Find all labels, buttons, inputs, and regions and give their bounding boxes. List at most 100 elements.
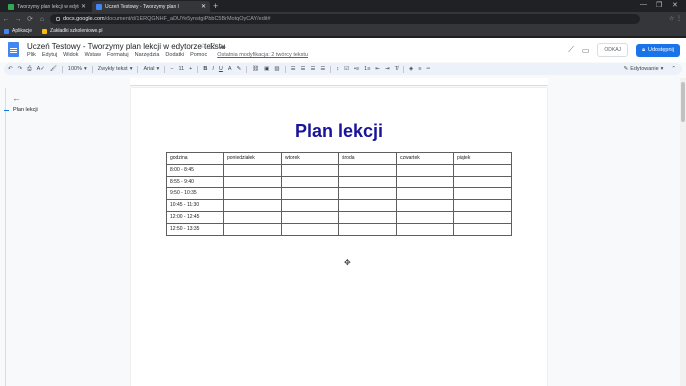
table-header-cell[interactable]: poniedziałek — [223, 152, 282, 165]
numbered-list-icon[interactable]: 1≡ — [364, 66, 370, 72]
comment-icon[interactable]: ▣ — [264, 66, 269, 72]
menu-tools[interactable]: Narzędzia — [135, 52, 160, 58]
close-window-icon[interactable]: ✕ — [672, 1, 678, 9]
menu-insert[interactable]: Wstaw — [84, 52, 101, 58]
table-cell[interactable] — [223, 210, 282, 224]
zoom-dropdown[interactable]: 100% ▾ — [68, 66, 87, 72]
close-tab-icon[interactable]: ✕ — [81, 3, 86, 10]
table-cell[interactable] — [453, 163, 512, 177]
table-cell[interactable] — [223, 175, 282, 189]
text-color-icon[interactable]: A — [228, 66, 232, 72]
table-cell[interactable]: 8:55 - 9:40 — [166, 175, 224, 189]
chevron-up-icon[interactable]: ⌃ — [671, 66, 676, 72]
table-cell[interactable]: 12:00 - 12:45 — [166, 210, 224, 224]
redo-icon[interactable]: ↷ — [18, 66, 23, 72]
browser-tab-1[interactable]: Tworzymy plan lekcji w edytorze ✕ — [4, 1, 90, 12]
increase-indent-icon[interactable]: ⇥ — [385, 66, 390, 72]
horizontal-ruler[interactable] — [130, 78, 548, 86]
style-dropdown[interactable]: Zwykły tekst ▾ — [98, 66, 133, 72]
bold-icon[interactable]: B — [203, 66, 207, 72]
share-button[interactable]: 🔒︎ Udostępnij — [636, 43, 680, 57]
bookmark-apps[interactable]: Aplikacje — [4, 28, 32, 34]
outline-back-arrow-icon[interactable]: ← — [12, 93, 21, 103]
scrollbar[interactable] — [680, 78, 686, 386]
highlight-icon[interactable]: ✎ — [237, 66, 242, 72]
table-header-cell[interactable]: środa — [338, 152, 397, 165]
scrollbar-thumb[interactable] — [681, 82, 685, 122]
maximize-icon[interactable]: ❐ — [656, 1, 662, 9]
table-cell[interactable] — [281, 187, 339, 201]
checklist-icon[interactable]: ☑ — [344, 66, 349, 72]
table-cell[interactable] — [396, 187, 454, 201]
close-tab-icon[interactable]: ✕ — [201, 3, 206, 10]
table-cell[interactable] — [396, 210, 454, 224]
document-page[interactable]: Plan lekcji godzina poniedziałek wtorek śro… — [131, 88, 547, 386]
table-cell[interactable] — [453, 210, 512, 224]
activity-trend-icon[interactable]: ⟋ — [568, 45, 574, 55]
table-header-cell[interactable]: godzina — [166, 152, 224, 165]
table-cell[interactable] — [396, 222, 454, 236]
table-cell[interactable] — [453, 199, 512, 212]
align-right-icon[interactable]: ☰ — [310, 66, 315, 72]
paint-format-icon[interactable]: 🖌︎ — [50, 66, 57, 72]
table-header-cell[interactable]: czwartek — [396, 152, 454, 165]
table-cell[interactable] — [281, 222, 339, 236]
table-cell[interactable] — [396, 163, 454, 177]
table-cell[interactable] — [223, 187, 282, 201]
browser-menu-icon[interactable]: ☆ ⋮ — [669, 15, 682, 22]
menu-edit[interactable]: Edytuj — [42, 52, 57, 58]
comment-button[interactable]: ODKAJ — [597, 43, 629, 57]
menu-view[interactable]: Widok — [63, 52, 78, 58]
clear-format-icon[interactable]: T̸ — [395, 66, 398, 72]
font-size-increase-icon[interactable]: + — [189, 66, 192, 72]
table-cell[interactable] — [396, 199, 454, 212]
table-cell[interactable] — [453, 222, 512, 236]
editing-mode-dropdown[interactable]: ✎ Edytowanie ▾ ⌃ — [624, 66, 676, 72]
comment-history-icon[interactable]: ▭ — [582, 46, 590, 55]
border-color-icon[interactable]: ◈ — [409, 66, 413, 72]
bookmark-folder[interactable]: Zakładki szkoleniowe.pl — [42, 28, 103, 34]
table-cell[interactable] — [338, 187, 397, 201]
align-center-icon[interactable]: ☰ — [301, 66, 306, 72]
table-cell[interactable] — [453, 187, 512, 201]
table-cell[interactable] — [453, 175, 512, 189]
table-cell[interactable] — [338, 199, 397, 212]
browser-tab-2[interactable]: Uczeń Testowy - Tworzymy plan l ✕ — [92, 1, 210, 12]
font-size-value[interactable]: 11 — [178, 66, 184, 72]
table-cell[interactable] — [338, 175, 397, 189]
menu-file[interactable]: Plik — [27, 52, 36, 58]
link-icon[interactable]: ⛓ — [252, 66, 259, 72]
undo-icon[interactable]: ↶ — [8, 66, 13, 72]
table-cell[interactable] — [338, 163, 397, 177]
menu-help[interactable]: Pomoc — [190, 52, 207, 58]
reload-icon[interactable]: ⟳ — [24, 15, 36, 23]
table-cell[interactable] — [223, 199, 282, 212]
docs-logo-icon[interactable] — [8, 42, 19, 57]
table-cell[interactable]: 10:45 - 11:30 — [166, 199, 224, 212]
spellcheck-icon[interactable]: A✓ — [37, 66, 45, 72]
menu-format[interactable]: Formatuj — [107, 52, 129, 58]
align-left-icon[interactable]: ☰ — [291, 66, 296, 72]
font-size-decrease-icon[interactable]: − — [170, 66, 173, 72]
underline-icon[interactable]: U — [219, 66, 223, 72]
line-spacing-icon[interactable]: ↕ — [336, 66, 339, 72]
border-dash-icon[interactable]: ┅ — [426, 66, 429, 72]
forward-arrow-icon[interactable]: → — [12, 16, 24, 23]
table-cell[interactable] — [223, 222, 282, 236]
table-header-cell[interactable]: piątek — [453, 152, 512, 165]
image-icon[interactable]: ▨ — [274, 66, 279, 72]
new-tab-button[interactable]: + — [213, 1, 218, 11]
menu-addons[interactable]: Dodatki — [165, 52, 184, 58]
minimize-icon[interactable]: — — [640, 1, 647, 8]
bulleted-list-icon[interactable]: •≡ — [354, 66, 359, 72]
back-arrow-icon[interactable]: ← — [0, 16, 12, 23]
table-cell[interactable] — [281, 199, 339, 212]
home-icon[interactable]: ⌂ — [36, 16, 48, 23]
align-justify-icon[interactable]: ☰ — [320, 66, 325, 72]
table-cell[interactable] — [223, 163, 282, 177]
table-cell[interactable]: 9:50 - 10:35 — [166, 187, 224, 201]
table-cell[interactable] — [281, 163, 339, 177]
outline-item[interactable]: Plan lekcji — [4, 107, 38, 113]
document-title[interactable]: Uczeń Testowy - Tworzymy plan lekcji w e… — [27, 42, 225, 51]
star-icon[interactable]: ☆ — [200, 43, 209, 50]
